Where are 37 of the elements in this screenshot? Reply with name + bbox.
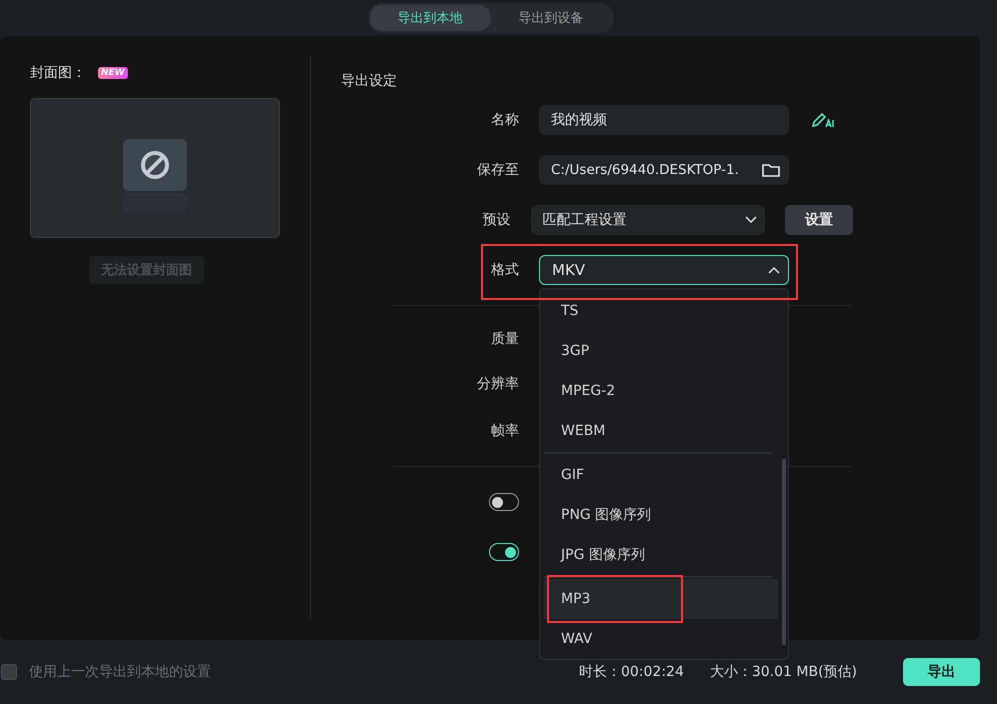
field-label: 质量 [490, 330, 519, 348]
folder-icon[interactable] [761, 162, 781, 178]
duration-text: 时长：00:02:24 [578, 663, 684, 681]
settings-button[interactable]: 设置 [785, 205, 853, 235]
field-label: 格式 [490, 261, 519, 279]
export-tab[interactable]: 导出到本地 [370, 5, 490, 31]
export-tab[interactable]: 导出到设备 [490, 5, 612, 31]
format-option[interactable]: 3GP [544, 331, 778, 371]
format-option[interactable]: GIF [544, 455, 778, 495]
format-option[interactable]: JPG 图像序列 [544, 535, 778, 575]
format-option[interactable]: MPEG-2 [544, 371, 778, 411]
format-option[interactable]: WAV [544, 619, 778, 659]
format-option[interactable]: TS [544, 291, 778, 331]
toggle-switch[interactable] [489, 543, 519, 561]
export-button[interactable]: 导出 [903, 658, 980, 686]
chevron-down-icon [745, 216, 757, 224]
field-label: 预设 [482, 211, 510, 229]
format-option[interactable]: PNG 图像序列 [544, 495, 778, 535]
field-label: 名称 [490, 111, 519, 129]
field-label: 分辨率 [476, 374, 519, 392]
save-path-field[interactable]: C:/Users/69440.DESKTOP-1. [539, 155, 789, 185]
preset-dropdown[interactable]: 匹配工程设置 [530, 205, 765, 235]
field-label: 保存至 [476, 161, 519, 179]
name-field[interactable]: 我的视频 [539, 105, 789, 135]
field-label: 帧率 [490, 422, 519, 440]
ai-pen-icon[interactable] [811, 111, 835, 129]
format-dropdown[interactable]: MKV [539, 255, 789, 285]
checkbox-label: 使用上一次导出到本地的设置 [29, 663, 211, 681]
chevron-up-icon [768, 266, 780, 274]
size-text: 大小：30.01 MB(预估) [710, 663, 857, 681]
scrollbar[interactable] [782, 459, 786, 645]
new-badge: NEW [98, 67, 128, 79]
cover-title: 封面图： [30, 64, 86, 82]
toggle-switch[interactable] [489, 493, 519, 511]
checkbox[interactable] [1, 664, 17, 680]
section-title: 导出设定 [341, 72, 398, 90]
format-option[interactable]: WEBM [544, 411, 778, 451]
